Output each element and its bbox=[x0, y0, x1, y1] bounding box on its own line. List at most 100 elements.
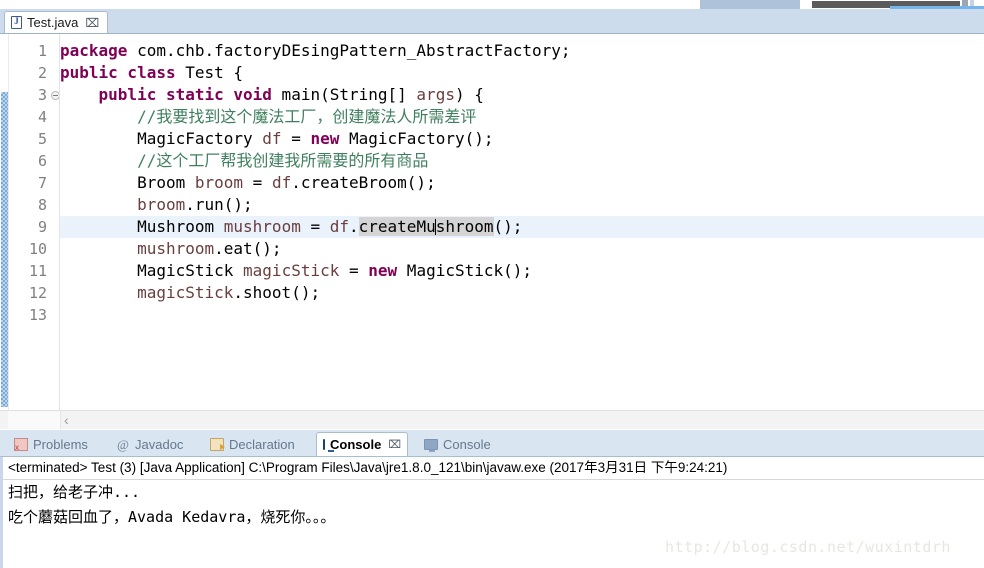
java-file-icon bbox=[11, 16, 22, 29]
console-icon bbox=[323, 439, 335, 452]
code-token-var: mushroom bbox=[60, 239, 215, 258]
console-terminated-line: <terminated> Test (3) [Java Application]… bbox=[8, 460, 728, 475]
code-line: MagicFactory df = new MagicFactory(); bbox=[60, 128, 494, 150]
console-left-bar bbox=[0, 457, 3, 568]
code-token-pln bbox=[60, 85, 99, 104]
code-token-pln: com.chb.factoryDEsingPattern_AbstractFac… bbox=[127, 41, 571, 60]
chevron-left-icon[interactable]: ‹ bbox=[64, 411, 69, 429]
annotation-ruler-marker bbox=[1, 92, 8, 407]
code-token-pln: MagicFactory(); bbox=[339, 129, 494, 148]
panel-tab-bar: Problems@JavadocDeclarationConsole⌧Conso… bbox=[0, 430, 984, 456]
line-number: 12 bbox=[28, 284, 47, 302]
editor-tab-test-java[interactable]: Test.java ⌧ bbox=[4, 11, 109, 33]
editor-tab-label: Test.java bbox=[27, 15, 79, 30]
toolbar-fragment-a bbox=[700, 0, 800, 9]
code-token-pln: ) { bbox=[454, 85, 484, 104]
editor-scrollbar-corner bbox=[8, 411, 61, 429]
code-token-cmt: //我要找到这个魔法工厂，创建魔法人所需差评 bbox=[60, 107, 477, 126]
panel-tab-label: Problems bbox=[33, 436, 88, 452]
code-token-pln: MagicStick(); bbox=[397, 261, 533, 280]
code-token-var: magicStick bbox=[243, 261, 340, 280]
console-output-line: 扫把，给老子冲... bbox=[8, 483, 141, 501]
code-token-var: magicStick bbox=[60, 283, 234, 302]
console-output-line: 吃个蘑菇回血了，Avada Kedavra，烧死你。。。 bbox=[8, 508, 336, 526]
declaration-icon bbox=[210, 437, 225, 451]
code-token-pln: .createBroom(); bbox=[291, 173, 436, 192]
line-number: 4 bbox=[37, 108, 47, 126]
code-token-pln: MagicStick bbox=[60, 261, 244, 280]
line-number: 11 bbox=[28, 262, 47, 280]
code-line: //这个工厂帮我创建我所需要的所有商品 bbox=[60, 150, 428, 172]
line-number-gutter: 1 2 3 4 5 6 7 8 9 10 11 12 13 bbox=[9, 34, 60, 429]
code-editor[interactable]: 1 2 3 4 5 6 7 8 9 10 11 12 13 package com.chb.factor… bbox=[0, 33, 984, 429]
code-token-pln: Test { bbox=[175, 63, 244, 82]
line-number: 10 bbox=[28, 240, 47, 258]
code-token-occ: shroom bbox=[435, 217, 494, 236]
line-number: 7 bbox=[37, 174, 47, 192]
code-token-kw: package bbox=[60, 41, 128, 60]
panel-tab-problems[interactable]: Problems bbox=[8, 432, 106, 456]
code-token-pln: .run(); bbox=[185, 195, 253, 214]
eclipse-ide-window: Test.java ⌧ 12345678910111213 package co… bbox=[0, 0, 984, 568]
panel-tab-declaration[interactable]: Declaration bbox=[204, 432, 314, 456]
code-token-kw: public static void bbox=[98, 85, 272, 104]
code-token-pln: Broom bbox=[60, 173, 195, 192]
line-number: 5 bbox=[37, 130, 47, 148]
code-token-pln: = bbox=[300, 217, 330, 236]
code-token-occ: createMu bbox=[358, 217, 436, 236]
line-number: 1 bbox=[37, 42, 47, 60]
panel-tab-javadoc[interactable]: @ Javadoc bbox=[110, 432, 202, 456]
javadoc-icon: @ bbox=[117, 436, 129, 452]
code-token-pln: = bbox=[281, 129, 311, 148]
code-token-var: broom bbox=[60, 195, 186, 214]
code-token-cmt: //这个工厂帮我创建我所需要的所有商品 bbox=[60, 151, 429, 170]
code-line: package com.chb.factoryDEsingPattern_Abs… bbox=[60, 40, 571, 62]
code-token-kw: public class bbox=[60, 63, 176, 82]
panel-tab-label: Console bbox=[443, 436, 491, 452]
line-number: 9 bbox=[37, 218, 47, 236]
code-line: mushroom.eat(); bbox=[60, 238, 282, 260]
line-number: 6 bbox=[37, 152, 47, 170]
code-token-pln: main(String[] bbox=[271, 85, 417, 104]
console-separator bbox=[3, 479, 984, 480]
code-token-pln: (); bbox=[493, 217, 523, 236]
annotation-ruler-top bbox=[1, 34, 8, 90]
line-number: 2 bbox=[37, 64, 47, 82]
code-token-var: df bbox=[262, 129, 282, 148]
code-token-pln: = bbox=[339, 261, 369, 280]
code-line: broom.run(); bbox=[60, 194, 253, 216]
panel-tab-label: Declaration bbox=[229, 436, 295, 452]
code-token-pln: = bbox=[243, 173, 272, 192]
panel-tab-console[interactable]: Console bbox=[418, 432, 508, 456]
line-number: 3 bbox=[37, 86, 47, 104]
line-number: 13 bbox=[28, 306, 47, 324]
code-text-area[interactable]: package com.chb.factoryDEsingPattern_Abs… bbox=[60, 34, 984, 429]
panel-tab-label: Javadoc bbox=[135, 436, 184, 452]
watermark: http://blog.csdn.net/wuxintdrh bbox=[665, 538, 951, 556]
code-token-pln: .shoot(); bbox=[233, 283, 321, 302]
editor-tab-bar: Test.java ⌧ bbox=[0, 9, 984, 33]
code-token-pln: Mushroom bbox=[60, 217, 224, 236]
annotation-ruler[interactable] bbox=[0, 34, 9, 429]
code-token-pln: . bbox=[349, 217, 359, 236]
code-line: Mushroom mushroom = df.createMushroom(); bbox=[60, 216, 522, 238]
code-token-var: broom bbox=[194, 173, 244, 192]
code-line: magicStick.shoot(); bbox=[60, 282, 320, 304]
line-number: 8 bbox=[37, 196, 47, 214]
close-icon[interactable]: ⌧ bbox=[85, 17, 99, 29]
code-line: Broom broom = df.createBroom(); bbox=[60, 172, 436, 194]
code-token-var: df bbox=[329, 217, 349, 236]
problems-icon bbox=[14, 437, 28, 452]
code-line: MagicStick magicStick = new MagicStick()… bbox=[60, 260, 532, 282]
code-line: public class Test { bbox=[60, 62, 243, 84]
console-icon bbox=[424, 438, 438, 452]
panel-tab-label: Console bbox=[330, 437, 382, 452]
code-line: //我要找到这个魔法工厂，创建魔法人所需差评 bbox=[60, 106, 476, 128]
code-token-var: args bbox=[416, 85, 455, 104]
panel-tab-console[interactable]: Console ⌧ bbox=[316, 432, 408, 456]
code-token-pln: MagicFactory bbox=[60, 129, 263, 148]
code-token-pln: .eat(); bbox=[214, 239, 282, 258]
editor-horizontal-scrollbar[interactable]: ‹ bbox=[0, 410, 984, 429]
code-line: public static void main(String[] args) { bbox=[60, 84, 484, 106]
close-icon[interactable]: ⌧ bbox=[388, 438, 401, 451]
